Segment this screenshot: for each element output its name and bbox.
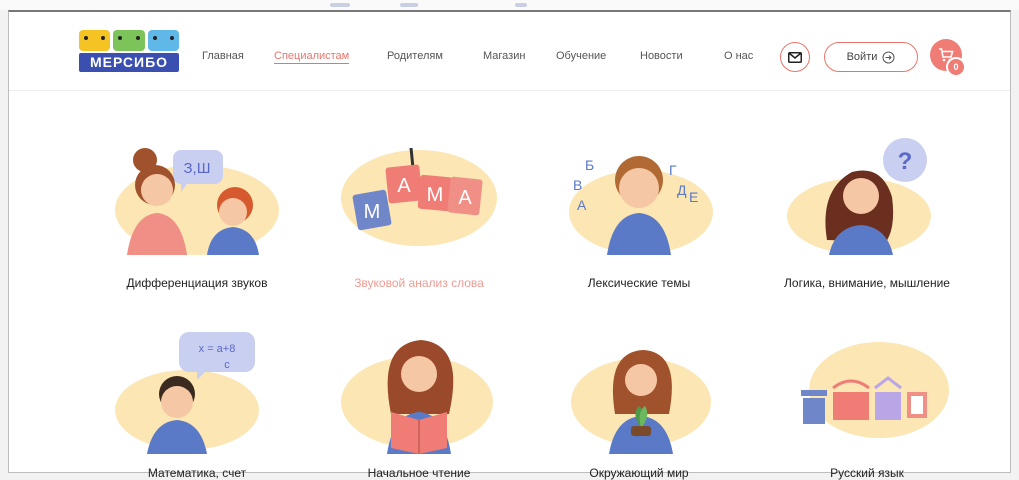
letter-blocks-illustration: М А М А <box>341 147 497 246</box>
math-formula-bottom: c <box>224 359 230 371</box>
mail-button[interactable] <box>780 42 810 72</box>
boy-letters-illustration: Б В А Г Д Е <box>569 156 713 255</box>
category-label: Русский язык <box>830 466 904 480</box>
category-reading[interactable]: Начальное чтение <box>319 324 519 480</box>
nav-item-shop[interactable]: Магазин <box>483 50 525 62</box>
logo-faces <box>79 30 179 51</box>
site-header: МЕРСИБО Главная Специалистам Родителям М… <box>9 12 1010 91</box>
reading-girl-illustration <box>341 340 493 454</box>
envelope-icon <box>788 51 802 63</box>
category-sound-differentiation[interactable]: З,Ш Дифференциация звуков <box>97 130 297 290</box>
login-button[interactable]: Войти <box>824 42 918 72</box>
nav-item-parents[interactable]: Родителям <box>387 50 443 62</box>
nav-item-learning[interactable]: Обучение <box>556 50 606 62</box>
math-formula-top: x = a+8 <box>199 343 236 355</box>
nav-item-home[interactable]: Главная <box>202 50 244 62</box>
floating-letter-4: Г <box>669 162 677 178</box>
bubble-letters: З,Ш <box>184 160 211 177</box>
category-label: Звуковой анализ слова <box>354 276 484 290</box>
page-frame: МЕРСИБО Главная Специалистам Родителям М… <box>8 10 1011 480</box>
cart-button[interactable]: 0 <box>930 39 966 77</box>
login-label: Войти <box>846 51 878 63</box>
category-sound-analysis[interactable]: М А М А Звуковой анализ слова <box>319 130 519 290</box>
category-math[interactable]: x = a+8 c Математика, счет <box>97 324 297 480</box>
category-russian-language[interactable]: Русский язык <box>767 324 967 480</box>
site-logo[interactable]: МЕРСИБО <box>79 30 179 72</box>
floating-letter-5: Д <box>677 182 687 198</box>
two-children-illustration: З,Ш <box>115 148 279 255</box>
thinking-girl-illustration: ? <box>787 138 931 255</box>
word-blocks-illustration <box>801 342 949 438</box>
category-label: Начальное чтение <box>367 466 471 480</box>
logo-wordmark: МЕРСИБО <box>79 53 179 72</box>
category-world-around[interactable]: Окружающий мир <box>539 324 739 480</box>
category-label: Математика, счет <box>147 466 247 480</box>
math-boy-illustration: x = a+8 c <box>115 332 259 454</box>
block-letter-1: М <box>364 201 381 223</box>
browser-top-strip <box>0 0 1019 10</box>
floating-letter-2: В <box>573 177 582 193</box>
floating-letter-3: А <box>577 197 587 213</box>
category-logic-thinking[interactable]: ? Логика, внимание, мышление <box>767 130 967 290</box>
category-label: Окружающий мир <box>589 466 689 480</box>
login-arrow-icon <box>882 51 895 63</box>
floating-letter-6: Е <box>689 189 698 205</box>
block-letter-2: А <box>397 175 411 197</box>
nav-item-about[interactable]: О нас <box>724 50 753 62</box>
category-lexical-topics[interactable]: Б В А Г Д Е Лексические темы <box>539 130 739 290</box>
plant-girl-illustration <box>571 350 711 454</box>
cart-count-badge: 0 <box>946 57 966 77</box>
question-mark: ? <box>898 148 913 175</box>
category-label: Лексические темы <box>587 276 691 290</box>
block-letter-4: А <box>458 187 472 209</box>
nav-item-news[interactable]: Новости <box>640 50 683 62</box>
block-letter-3: М <box>427 184 444 206</box>
category-label: Дифференциация звуков <box>126 276 268 290</box>
category-label: Логика, внимание, мышление <box>784 276 950 290</box>
floating-letter-1: Б <box>585 157 594 173</box>
nav-item-specialists[interactable]: Специалистам <box>274 50 350 64</box>
